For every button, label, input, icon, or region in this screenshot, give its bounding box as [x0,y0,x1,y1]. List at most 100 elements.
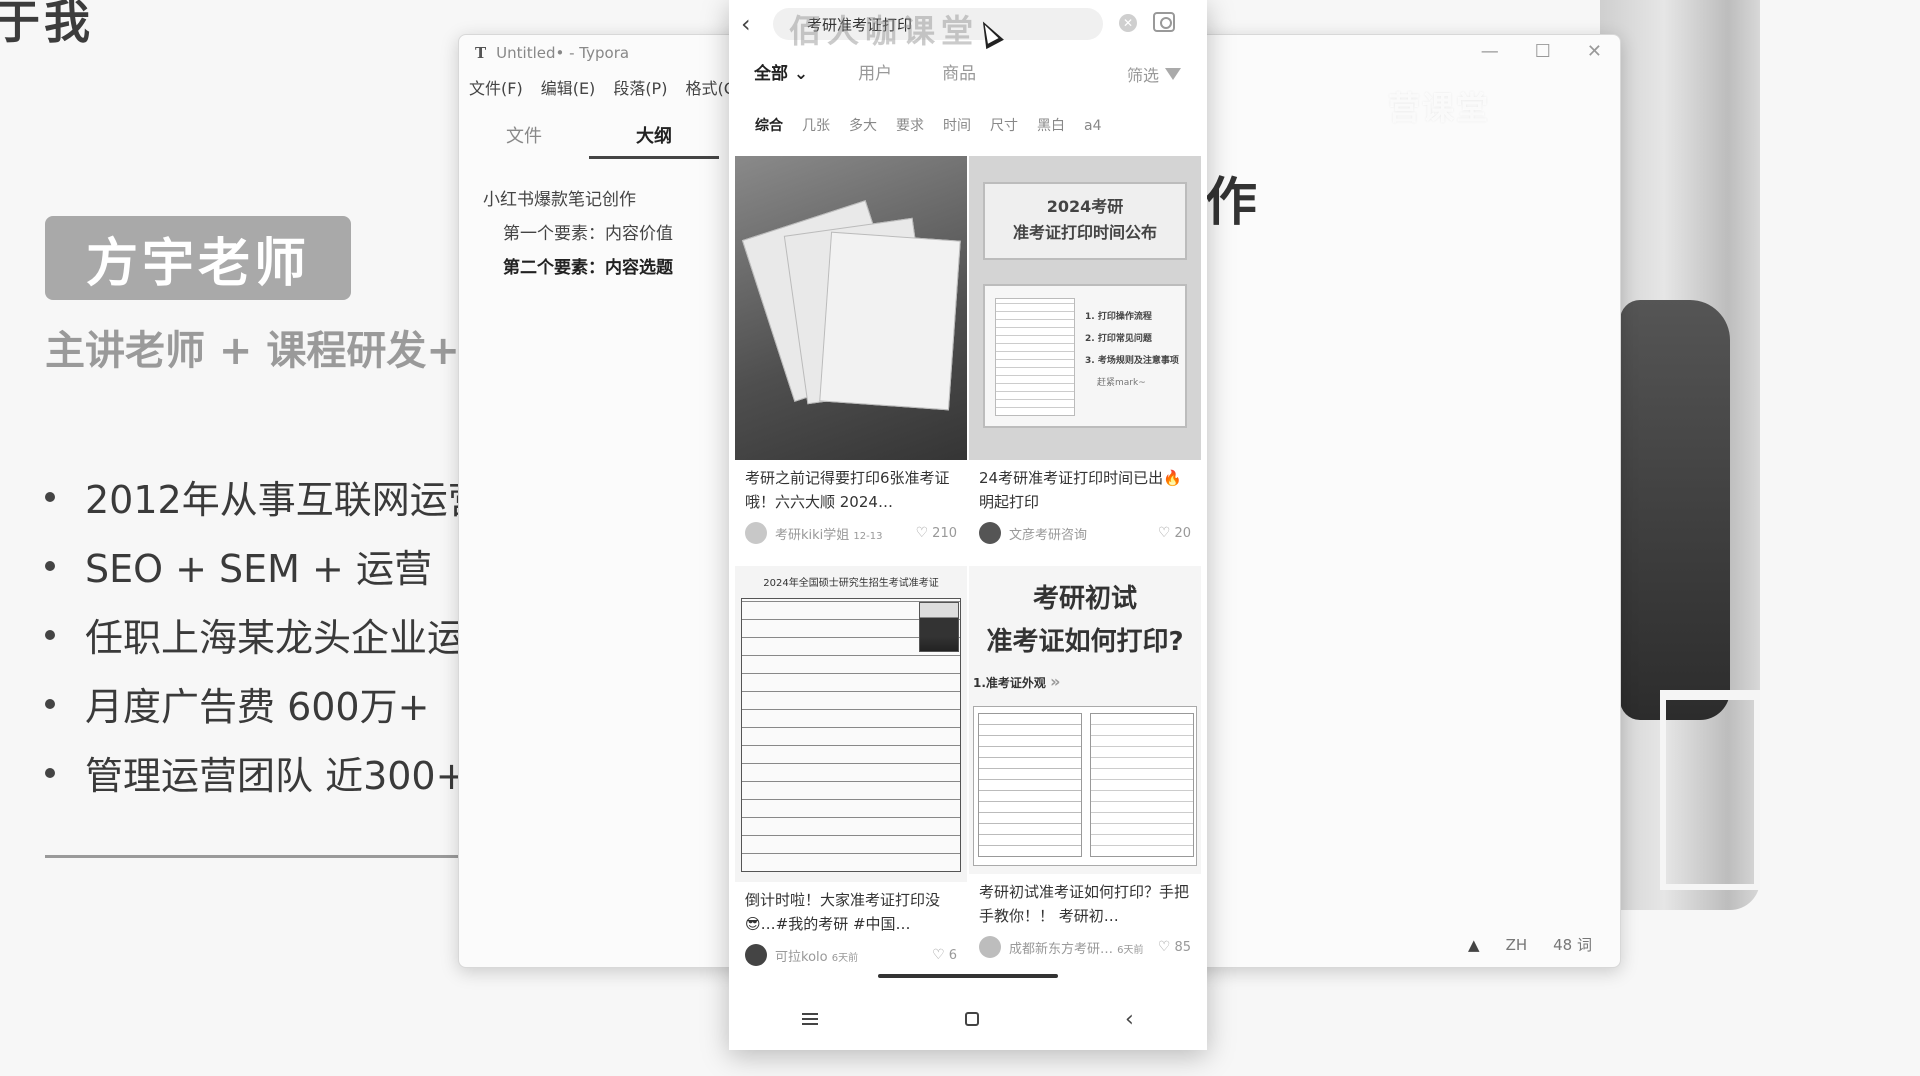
note-card[interactable]: 2024考研 准考证打印时间公布 1. 打印操作流程 2. 打印常见问题 3. … [969,156,1201,550]
close-icon[interactable]: ✕ [1587,41,1602,62]
avatar[interactable] [745,522,767,544]
author-name[interactable]: 可拉kolo [775,950,828,965]
like-button[interactable]: ♡ 6 [932,947,957,963]
outline-item-active[interactable]: 第二个要素：内容选题 [483,251,673,285]
watermark-text: 佰人咖课堂 [789,12,980,50]
post-date: 6天前 [831,952,859,964]
home-icon[interactable] [964,1012,979,1026]
filter-button[interactable]: 筛选 [1127,62,1181,86]
avatar[interactable] [979,522,1001,544]
author-name[interactable]: 成都新东方考研… [1009,942,1113,957]
search-header: ‹ 考研准考证打印 ✕ 佰人咖课堂 [729,0,1207,50]
window-controls: — ☐ ✕ [1481,41,1602,62]
sidebar-tabs: 文件 大纲 [459,115,719,159]
chip[interactable]: a4 [1084,108,1102,144]
like-button[interactable]: ♡ 85 [1158,939,1191,955]
chip[interactable]: 多大 [849,108,877,144]
like-button[interactable]: ♡ 210 [916,525,957,541]
note-card[interactable]: 2024年全国硕士研究生招生考试准考证 倒计时啦！大家准考证打印没😎…#我的考研… [735,566,967,972]
card-thumbnail: 2024考研 准考证打印时间公布 1. 打印操作流程 2. 打印常见问题 3. … [969,156,1201,460]
tab-all[interactable]: 全部 ⌄ [729,56,833,92]
like-count: 210 [932,525,957,541]
card-thumbnail [735,156,967,460]
keyword-chips: 综合 几张 多大 要求 时间 尺寸 黑白 a4 [729,108,1207,144]
heart-icon: ♡ [1157,939,1171,955]
like-count: 20 [1174,525,1191,541]
poster-heading: 2024考研 准考证打印时间公布 [983,182,1187,260]
maximize-icon[interactable]: ☐ [1535,41,1551,62]
presenter-photo [1600,0,1760,910]
scroll-indicator [878,974,1058,978]
watermark-text: 营课堂 [1387,89,1490,127]
card-title: 考研初试准考证如何打印？手把手教你！！ 考研初… [979,883,1190,925]
camera-icon[interactable] [1153,12,1175,32]
heart-icon: ♡ [915,525,929,541]
card-title: 倒计时啦！大家准考证打印没😎…#我的考研 #中国… [745,891,941,933]
tab-products[interactable]: 商品 [917,56,1001,92]
chip[interactable]: 几张 [802,108,830,144]
chip[interactable]: 综合 [755,108,783,144]
like-button[interactable]: ♡ 20 [1158,525,1191,541]
heart-icon: ♡ [932,947,945,963]
slide-bullet: 任职上海某龙头企业运 [45,600,486,669]
presenter-arm [1620,300,1730,720]
window-title: Untitled• - Typora [496,44,630,62]
typora-app-icon: T [475,44,487,62]
tab-users[interactable]: 用户 [833,56,917,92]
tab-files[interactable]: 文件 [459,115,589,159]
bullet-dot-icon [45,491,55,502]
poster-body: 1. 打印操作流程 2. 打印常见问题 3. 考场规则及注意事项 赶紧mark~ [983,284,1187,428]
avatar[interactable] [745,944,767,966]
slide-bullet: 2012年从事互联网运营 [45,462,486,531]
warning-icon[interactable]: ▲ [1468,936,1480,954]
minimize-icon[interactable]: — [1481,41,1499,62]
chip[interactable]: 要求 [896,108,924,144]
recent-apps-icon[interactable] [802,1013,819,1025]
teacher-name-badge: 方宇老师 [45,216,351,300]
avatar[interactable] [979,936,1001,958]
menu-edit[interactable]: 编辑(E) [541,75,596,99]
outline-item[interactable]: 小红书爆款笔记创作 [483,183,673,217]
bullet-dot-icon [45,560,55,571]
author-name[interactable]: 文彦考研咨询 [1009,524,1158,543]
like-count: 6 [948,947,957,963]
card-title: 考研之前记得要打印6张准考证哦！六六大顺 2024… [745,469,950,511]
card-title: 24考研准考证打印时间已出🔥明起打印 [979,469,1182,511]
chair-frame [1660,690,1760,890]
tab-outline[interactable]: 大纲 [589,115,719,159]
teacher-role: 主讲老师 + 课程研发+ [45,328,460,374]
menu-file[interactable]: 文件(F) [469,75,523,99]
slide-divider [45,855,465,858]
card-meta: 考研kiki学姐 12-13 ♡ 210 [735,516,967,550]
chip[interactable]: 黑白 [1037,108,1065,144]
menu-paragraph[interactable]: 段落(P) [613,75,667,99]
menu-bar: 文件(F) 编辑(E) 段落(P) 格式(O) [469,75,743,99]
chip[interactable]: 时间 [943,108,971,144]
language-indicator[interactable]: ZH [1506,936,1528,954]
chevron-down-icon: ⌄ [793,64,809,84]
word-count[interactable]: 48 词 [1553,934,1592,955]
document-title: 2024年全国硕士研究生招生考试准考证 [763,578,939,589]
sample-sheets [973,706,1197,866]
post-date: 12-13 [853,530,883,542]
back-arrow-icon[interactable]: ‹ [741,10,751,38]
double-arrow-icon: » [1050,672,1061,691]
phone-screen: ‹ 考研准考证打印 ✕ 佰人咖课堂 全部 ⌄ 用户 商品 筛选 综合 几张 多大… [729,0,1207,1050]
slide-heading-fragment: 作 [1205,173,1258,233]
post-date: 6天前 [1117,944,1144,956]
id-photo [919,602,959,652]
outline-item[interactable]: 第一个要素：内容价值 [483,217,673,251]
filter-icon [1165,68,1181,80]
cover-section-label: 1.准考证外观 » [973,672,1061,691]
back-icon[interactable]: ‹ [1125,1007,1134,1032]
note-card[interactable]: 考研初试 准考证如何打印? 1.准考证外观 » 考研初试准考证如何打印？手把手教… [969,566,1201,964]
like-count: 85 [1174,939,1191,955]
outline-tree: 小红书爆款笔记创作 第一个要素：内容价值 第二个要素：内容选题 [483,183,673,285]
clear-icon[interactable]: ✕ [1119,14,1137,32]
note-card[interactable]: 考研之前记得要打印6张准考证哦！六六大顺 2024… 考研kiki学姐 12-1… [735,156,967,550]
bullet-dot-icon [45,698,55,709]
author-name[interactable]: 考研kiki学姐 [775,528,849,543]
chip[interactable]: 尺寸 [990,108,1018,144]
bullet-dot-icon [45,629,55,640]
slide-title: 于我 [0,0,94,49]
